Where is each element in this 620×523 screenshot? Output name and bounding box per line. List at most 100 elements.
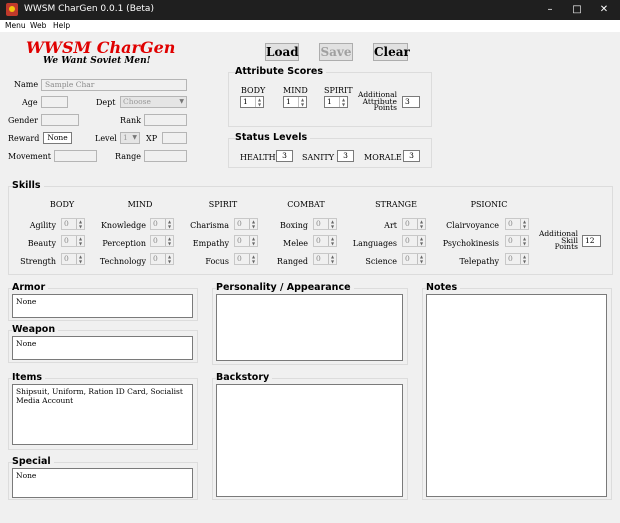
spinner-arrows-icon[interactable]: ▲ ▼ xyxy=(520,254,528,264)
skill-label-strength: Strength xyxy=(20,257,56,266)
spinner-arrows-icon[interactable]: ▲ ▼ xyxy=(165,219,173,229)
spinner-arrows-icon[interactable]: ▲ ▼ xyxy=(165,254,173,264)
skill-charisma-spinner[interactable]: 0 ▲ ▼ xyxy=(234,218,258,230)
maximize-button[interactable]: □ xyxy=(564,0,590,20)
skill-psychokinesis-spinner[interactable]: 0 ▲ ▼ xyxy=(505,235,529,247)
menu-item-web[interactable]: Web xyxy=(30,21,46,30)
additional-skill-points-label: Additional Skill Points xyxy=(536,230,578,251)
notes-textarea[interactable] xyxy=(426,294,607,497)
spinner-arrows-icon[interactable]: ▲ ▼ xyxy=(76,236,84,246)
spinner-arrows-icon[interactable]: ▲ ▼ xyxy=(328,236,336,246)
items-textarea[interactable]: Shipsuit, Uniform, Ration ID Card, Socia… xyxy=(12,384,193,445)
skill-knowledge-spinner[interactable]: 0 ▲ ▼ xyxy=(150,218,174,230)
age-field[interactable] xyxy=(41,96,68,108)
spinner-arrows-icon[interactable]: ▲ ▼ xyxy=(520,219,528,229)
skill-ranged-spinner[interactable]: 0 ▲ ▼ xyxy=(313,253,337,265)
health-value: 3 xyxy=(276,150,293,162)
spinner-arrows-icon[interactable]: ▲ ▼ xyxy=(520,236,528,246)
clear-button[interactable]: Clear xyxy=(373,43,410,61)
menu-item-help[interactable]: Help xyxy=(53,21,70,30)
armor-textarea[interactable]: None xyxy=(12,294,193,318)
skill-empathy-spinner[interactable]: 0 ▲ ▼ xyxy=(234,235,258,247)
level-select[interactable]: 1 ▼ xyxy=(120,132,140,144)
points-word: Points xyxy=(554,242,578,251)
minimize-button[interactable]: – xyxy=(537,0,563,20)
mind-attr-spinner[interactable]: 1 ▲ ▼ xyxy=(283,96,307,108)
spirit-attr-value: 1 xyxy=(327,97,332,106)
weapon-heading: Weapon xyxy=(12,324,59,335)
backstory-textarea[interactable] xyxy=(216,384,403,497)
skill-agility-spinner[interactable]: 0 ▲ ▼ xyxy=(61,218,85,230)
skill-ranged-value: 0 xyxy=(316,254,321,263)
load-button[interactable]: Load xyxy=(265,43,299,61)
skill-languages-value: 0 xyxy=(405,236,410,245)
skill-languages-spinner[interactable]: 0 ▲ ▼ xyxy=(402,235,426,247)
spinner-arrows-icon[interactable]: ▲ ▼ xyxy=(417,236,425,246)
skill-focus-spinner[interactable]: 0 ▲ ▼ xyxy=(234,253,258,265)
skill-melee-spinner[interactable]: 0 ▲ ▼ xyxy=(313,235,337,247)
spinner-arrows-icon[interactable]: ▲ ▼ xyxy=(249,254,257,264)
status-levels-heading: Status Levels xyxy=(235,132,311,143)
skill-science-spinner[interactable]: 0 ▲ ▼ xyxy=(402,253,426,265)
spinner-arrows-icon[interactable]: ▲ ▼ xyxy=(255,97,263,107)
skills-col-body: BODY xyxy=(49,200,75,209)
range-field[interactable] xyxy=(144,150,187,162)
name-field[interactable]: Sample Char xyxy=(41,79,187,91)
skill-agility-value: 0 xyxy=(64,219,69,228)
skill-label-knowledge: Knowledge xyxy=(100,221,146,230)
rank-field[interactable] xyxy=(144,114,187,126)
window-title: WWSM CharGen 0.0.1 (Beta) xyxy=(24,4,154,14)
skill-telepathy-spinner[interactable]: 0 ▲ ▼ xyxy=(505,253,529,265)
spinner-arrows-icon[interactable]: ▲ ▼ xyxy=(76,219,84,229)
spinner-arrows-icon[interactable]: ▲ ▼ xyxy=(298,97,306,107)
skill-label-telepathy: Telepathy xyxy=(459,257,499,266)
spinner-arrows-icon[interactable]: ▲ ▼ xyxy=(339,97,347,107)
skill-art-spinner[interactable]: 0 ▲ ▼ xyxy=(402,218,426,230)
skill-melee-value: 0 xyxy=(316,236,321,245)
special-heading: Special xyxy=(12,456,54,467)
skill-telepathy-value: 0 xyxy=(508,254,513,263)
personality-textarea[interactable] xyxy=(216,294,403,361)
dept-select[interactable]: Choose ▼ xyxy=(120,96,187,108)
skill-strength-spinner[interactable]: 0 ▲ ▼ xyxy=(61,253,85,265)
spinner-arrows-icon[interactable]: ▲ ▼ xyxy=(249,219,257,229)
skills-col-combat: COMBAT xyxy=(287,200,325,209)
title-bar: WWSM CharGen 0.0.1 (Beta) – □ ✕ xyxy=(0,0,620,20)
spinner-arrows-icon[interactable]: ▲ ▼ xyxy=(165,236,173,246)
spinner-arrows-icon[interactable]: ▲ ▼ xyxy=(328,254,336,264)
skill-clairvoyance-spinner[interactable]: 0 ▲ ▼ xyxy=(505,218,529,230)
movement-field[interactable] xyxy=(54,150,97,162)
gender-field[interactable] xyxy=(41,114,79,126)
xp-field[interactable] xyxy=(162,132,187,144)
spirit-attr-spinner[interactable]: 1 ▲ ▼ xyxy=(324,96,348,108)
skill-perception-value: 0 xyxy=(153,236,158,245)
close-button[interactable]: ✕ xyxy=(591,0,617,20)
skill-perception-spinner[interactable]: 0 ▲ ▼ xyxy=(150,235,174,247)
reward-field[interactable]: None xyxy=(43,132,72,144)
movement-label: Movement xyxy=(8,152,51,161)
skill-beauty-spinner[interactable]: 0 ▲ ▼ xyxy=(61,235,85,247)
skill-label-science: Science xyxy=(365,257,397,266)
skill-technology-spinner[interactable]: 0 ▲ ▼ xyxy=(150,253,174,265)
rank-label: Rank xyxy=(120,116,141,125)
special-textarea[interactable]: None xyxy=(12,468,193,498)
level-label: Level xyxy=(95,134,117,143)
spinner-arrows-icon[interactable]: ▲ ▼ xyxy=(417,219,425,229)
skill-label-empathy: Empathy xyxy=(192,239,229,248)
save-button[interactable]: Save xyxy=(319,43,353,61)
spinner-arrows-icon[interactable]: ▲ ▼ xyxy=(417,254,425,264)
spinner-arrows-icon[interactable]: ▲ ▼ xyxy=(249,236,257,246)
weapon-textarea[interactable]: None xyxy=(12,336,193,360)
skill-label-focus: Focus xyxy=(205,257,229,266)
skill-label-technology: Technology xyxy=(99,257,146,266)
spinner-arrows-icon[interactable]: ▲ ▼ xyxy=(76,254,84,264)
menu-item-menu[interactable]: Menu xyxy=(5,21,26,30)
body-attr-spinner[interactable]: 1 ▲ ▼ xyxy=(240,96,264,108)
app-slogan: We Want Soviet Men! xyxy=(43,56,151,66)
skill-boxing-spinner[interactable]: 0 ▲ ▼ xyxy=(313,218,337,230)
xp-label: XP xyxy=(146,134,158,143)
skill-focus-value: 0 xyxy=(237,254,242,263)
skill-label-beauty: Beauty xyxy=(27,239,56,248)
spinner-arrows-icon[interactable]: ▲ ▼ xyxy=(328,219,336,229)
additional-attribute-points-label: Additional Attribute Points xyxy=(357,91,397,112)
